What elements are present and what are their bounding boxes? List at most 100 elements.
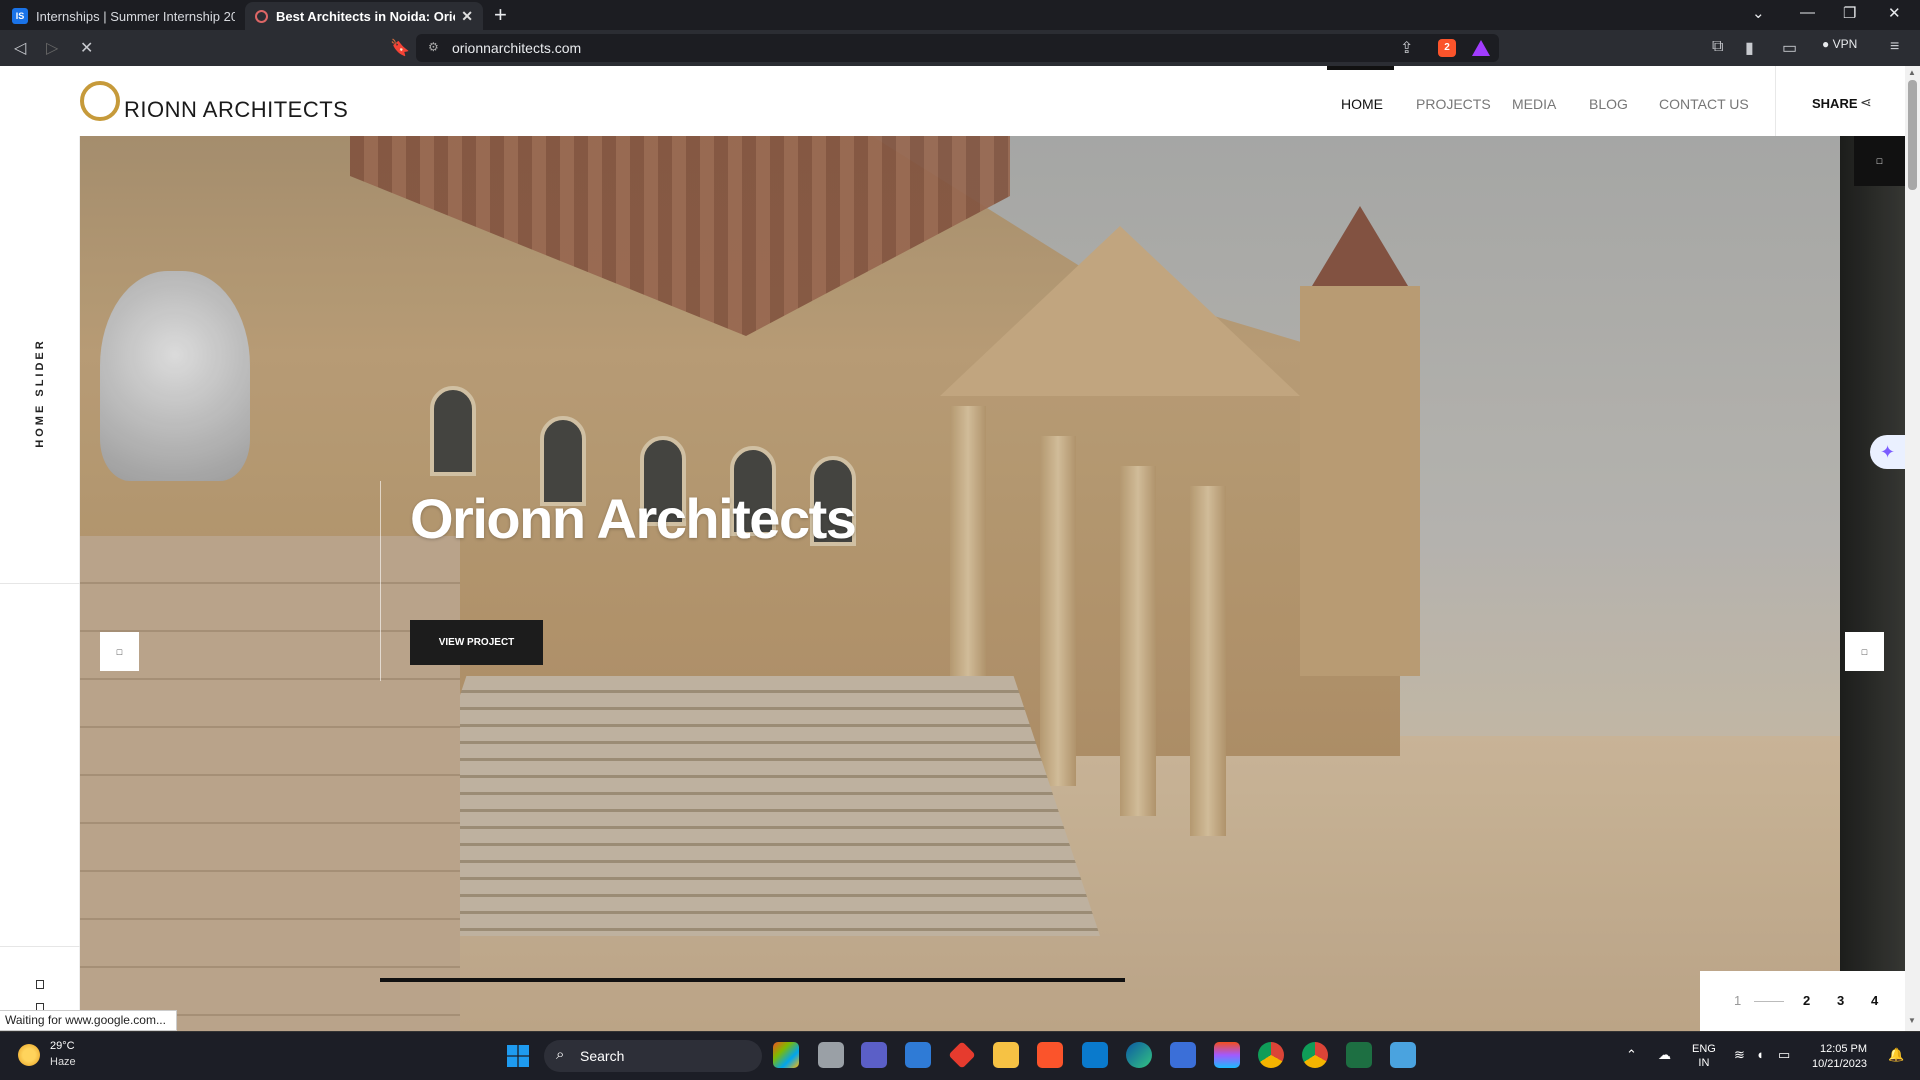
badge-app-icon[interactable] (1170, 1042, 1196, 1068)
page-scrollbar[interactable]: ▲ ▼ (1905, 66, 1920, 1031)
left-sidebar: HOME SLIDER (0, 136, 80, 1031)
close-window-icon[interactable]: ✕ (1888, 4, 1901, 22)
sidebar-divider (0, 583, 80, 584)
next-slide-button[interactable]: □ (1845, 632, 1884, 671)
chrome-icon[interactable] (1258, 1042, 1284, 1068)
chrome-profile-icon[interactable] (1302, 1042, 1328, 1068)
clock-time: 12:05 PM (1819, 1043, 1868, 1055)
restore-icon[interactable]: ❐ (1843, 4, 1856, 22)
page-3[interactable]: 3 (1837, 993, 1844, 1008)
copilot-icon[interactable] (773, 1042, 799, 1068)
internshala-favicon-icon: IS (12, 8, 28, 24)
vscode-icon[interactable] (1082, 1042, 1108, 1068)
new-tab-icon[interactable]: + (494, 2, 507, 28)
share-page-icon[interactable]: ⇪ (1400, 38, 1413, 58)
onedrive-icon[interactable]: ☁ (1658, 1047, 1671, 1063)
loading-favicon-icon (255, 9, 268, 23)
page-1[interactable]: 1 (1734, 993, 1741, 1008)
git-icon[interactable] (948, 1041, 976, 1069)
tab-internships[interactable]: IS Internships | Summer Internship 2023 (2, 2, 245, 30)
back-icon[interactable]: ◁ (14, 38, 26, 58)
site-header: RIONN ARCHITECTS HOME PROJECTS MEDIA BLO… (0, 66, 1905, 136)
notepad-icon[interactable] (1390, 1042, 1416, 1068)
view-project-button[interactable]: VIEW PROJECT (410, 620, 543, 665)
teams-icon[interactable] (861, 1042, 887, 1068)
scroll-up-icon[interactable]: ▲ (1908, 68, 1916, 77)
volume-icon[interactable]: ◖ (1756, 1047, 1764, 1062)
wallet-icon[interactable]: ▭ (1782, 38, 1797, 58)
status-bubble: Waiting for www.google.com... (0, 1010, 177, 1031)
nav-contact-us[interactable]: CONTACT US (1659, 96, 1749, 112)
ai-assistant-icon[interactable]: ✦ (1870, 435, 1905, 469)
system-clock[interactable]: 12:05 PM 10/21/2023 (1812, 1042, 1867, 1072)
weather-temp[interactable]: 29°C (50, 1040, 75, 1052)
fullscreen-button[interactable]: □ (1854, 136, 1905, 186)
tab-search-chevron-icon[interactable]: ⌄ (1752, 4, 1765, 22)
search-icon: ⌕ (556, 1046, 565, 1063)
nav-media[interactable]: MEDIA (1512, 96, 1556, 112)
slide-progress-bar (380, 978, 1125, 982)
figma-icon[interactable] (1214, 1042, 1240, 1068)
page-2[interactable]: 2 (1803, 993, 1810, 1008)
weather-status[interactable]: Haze (50, 1056, 76, 1068)
browser-toolbar: ◁ ▷ ✕ 🔖 ⚙ orionnarchitects.com ⇪ 2 ⧉ ▮ ▭… (0, 30, 1920, 66)
prev-slide-button[interactable]: □ (100, 632, 139, 671)
weather-haze-icon[interactable] (18, 1044, 40, 1066)
hero-slider: Orionn Architects VIEW PROJECT □ □ □ ✦ 1… (80, 136, 1905, 1031)
lang-region: IN (1698, 1057, 1710, 1069)
share-label[interactable]: SHARE (1812, 96, 1858, 111)
sidebar-divider (0, 946, 80, 947)
slide-pager: 1 2 3 4 (1700, 971, 1905, 1031)
search-placeholder: Search (580, 1048, 625, 1064)
site-info-icon[interactable]: ⚙ (428, 40, 439, 54)
vpn-button[interactable]: ● VPN (1822, 37, 1857, 51)
vpn-label: VPN (1832, 37, 1858, 51)
facebook-icon[interactable] (36, 980, 44, 989)
clock-date: 10/21/2023 (1812, 1058, 1868, 1070)
brave-browser-icon[interactable] (1037, 1042, 1063, 1068)
logo-ring-icon[interactable] (80, 81, 120, 121)
brave-rewards-icon[interactable] (1472, 40, 1490, 56)
browser-tab-bar: IS Internships | Summer Internship 2023 … (0, 0, 1920, 30)
forward-icon[interactable]: ▷ (46, 38, 58, 58)
nav-projects[interactable]: PROJECTS (1416, 96, 1491, 112)
webpage: RIONN ARCHITECTS HOME PROJECTS MEDIA BLO… (0, 66, 1905, 1031)
lang-code: ENG (1692, 1043, 1716, 1055)
menu-icon[interactable]: ≡ (1890, 38, 1899, 56)
tab-orionn-architects[interactable]: Best Architects in Noida: Orionn ✕ (245, 2, 483, 30)
excel-icon[interactable] (1346, 1042, 1372, 1068)
task-view-icon[interactable] (818, 1042, 844, 1068)
taskbar-search[interactable]: ⌕ Search (544, 1040, 762, 1072)
nav-home[interactable]: HOME (1341, 96, 1383, 112)
url-text[interactable]: orionnarchitects.com (452, 40, 581, 56)
home-slider-label: HOME SLIDER (34, 338, 46, 448)
bookmark-icon[interactable]: 🔖 (390, 38, 410, 58)
wifi-icon[interactable]: ≋ (1734, 1047, 1745, 1063)
address-bar[interactable]: ⚙ orionnarchitects.com ⇪ 2 (416, 34, 1499, 62)
logo-text[interactable]: RIONN ARCHITECTS (124, 97, 348, 123)
header-divider (1775, 66, 1776, 136)
tray-chevron-icon[interactable]: ⌃ (1626, 1047, 1637, 1063)
share-icon[interactable]: ⋖ (1860, 94, 1872, 111)
pager-line (1754, 1001, 1784, 1002)
minimize-icon[interactable]: — (1800, 4, 1815, 21)
windows-taskbar: 29°C Haze ⌕ Search ⌃ ☁ ENG IN ≋ ◖ ▭ 12:0… (0, 1031, 1920, 1080)
battery-icon[interactable]: ▭ (1778, 1047, 1790, 1063)
store-icon[interactable] (905, 1042, 931, 1068)
nav-blog[interactable]: BLOG (1589, 96, 1628, 112)
scroll-down-icon[interactable]: ▼ (1908, 1016, 1916, 1025)
extensions-icon[interactable]: ⧉ (1712, 38, 1723, 56)
language-indicator[interactable]: ENG IN (1692, 1042, 1716, 1070)
close-tab-icon[interactable]: ✕ (461, 8, 473, 25)
edge-icon[interactable] (1126, 1042, 1152, 1068)
brave-shields-icon[interactable]: 2 (1438, 39, 1456, 57)
sidebar-icon[interactable]: ▮ (1745, 38, 1754, 58)
tab-title: Internships | Summer Internship 2023 (36, 8, 235, 24)
scroll-thumb[interactable] (1908, 80, 1917, 190)
notification-bell-icon[interactable]: 🔔 (1888, 1047, 1904, 1063)
page-4[interactable]: 4 (1871, 993, 1878, 1008)
hero-accent-line (380, 481, 381, 681)
stop-loading-icon[interactable]: ✕ (80, 38, 93, 58)
windows-start-icon[interactable] (507, 1045, 529, 1067)
file-explorer-icon[interactable] (993, 1042, 1019, 1068)
